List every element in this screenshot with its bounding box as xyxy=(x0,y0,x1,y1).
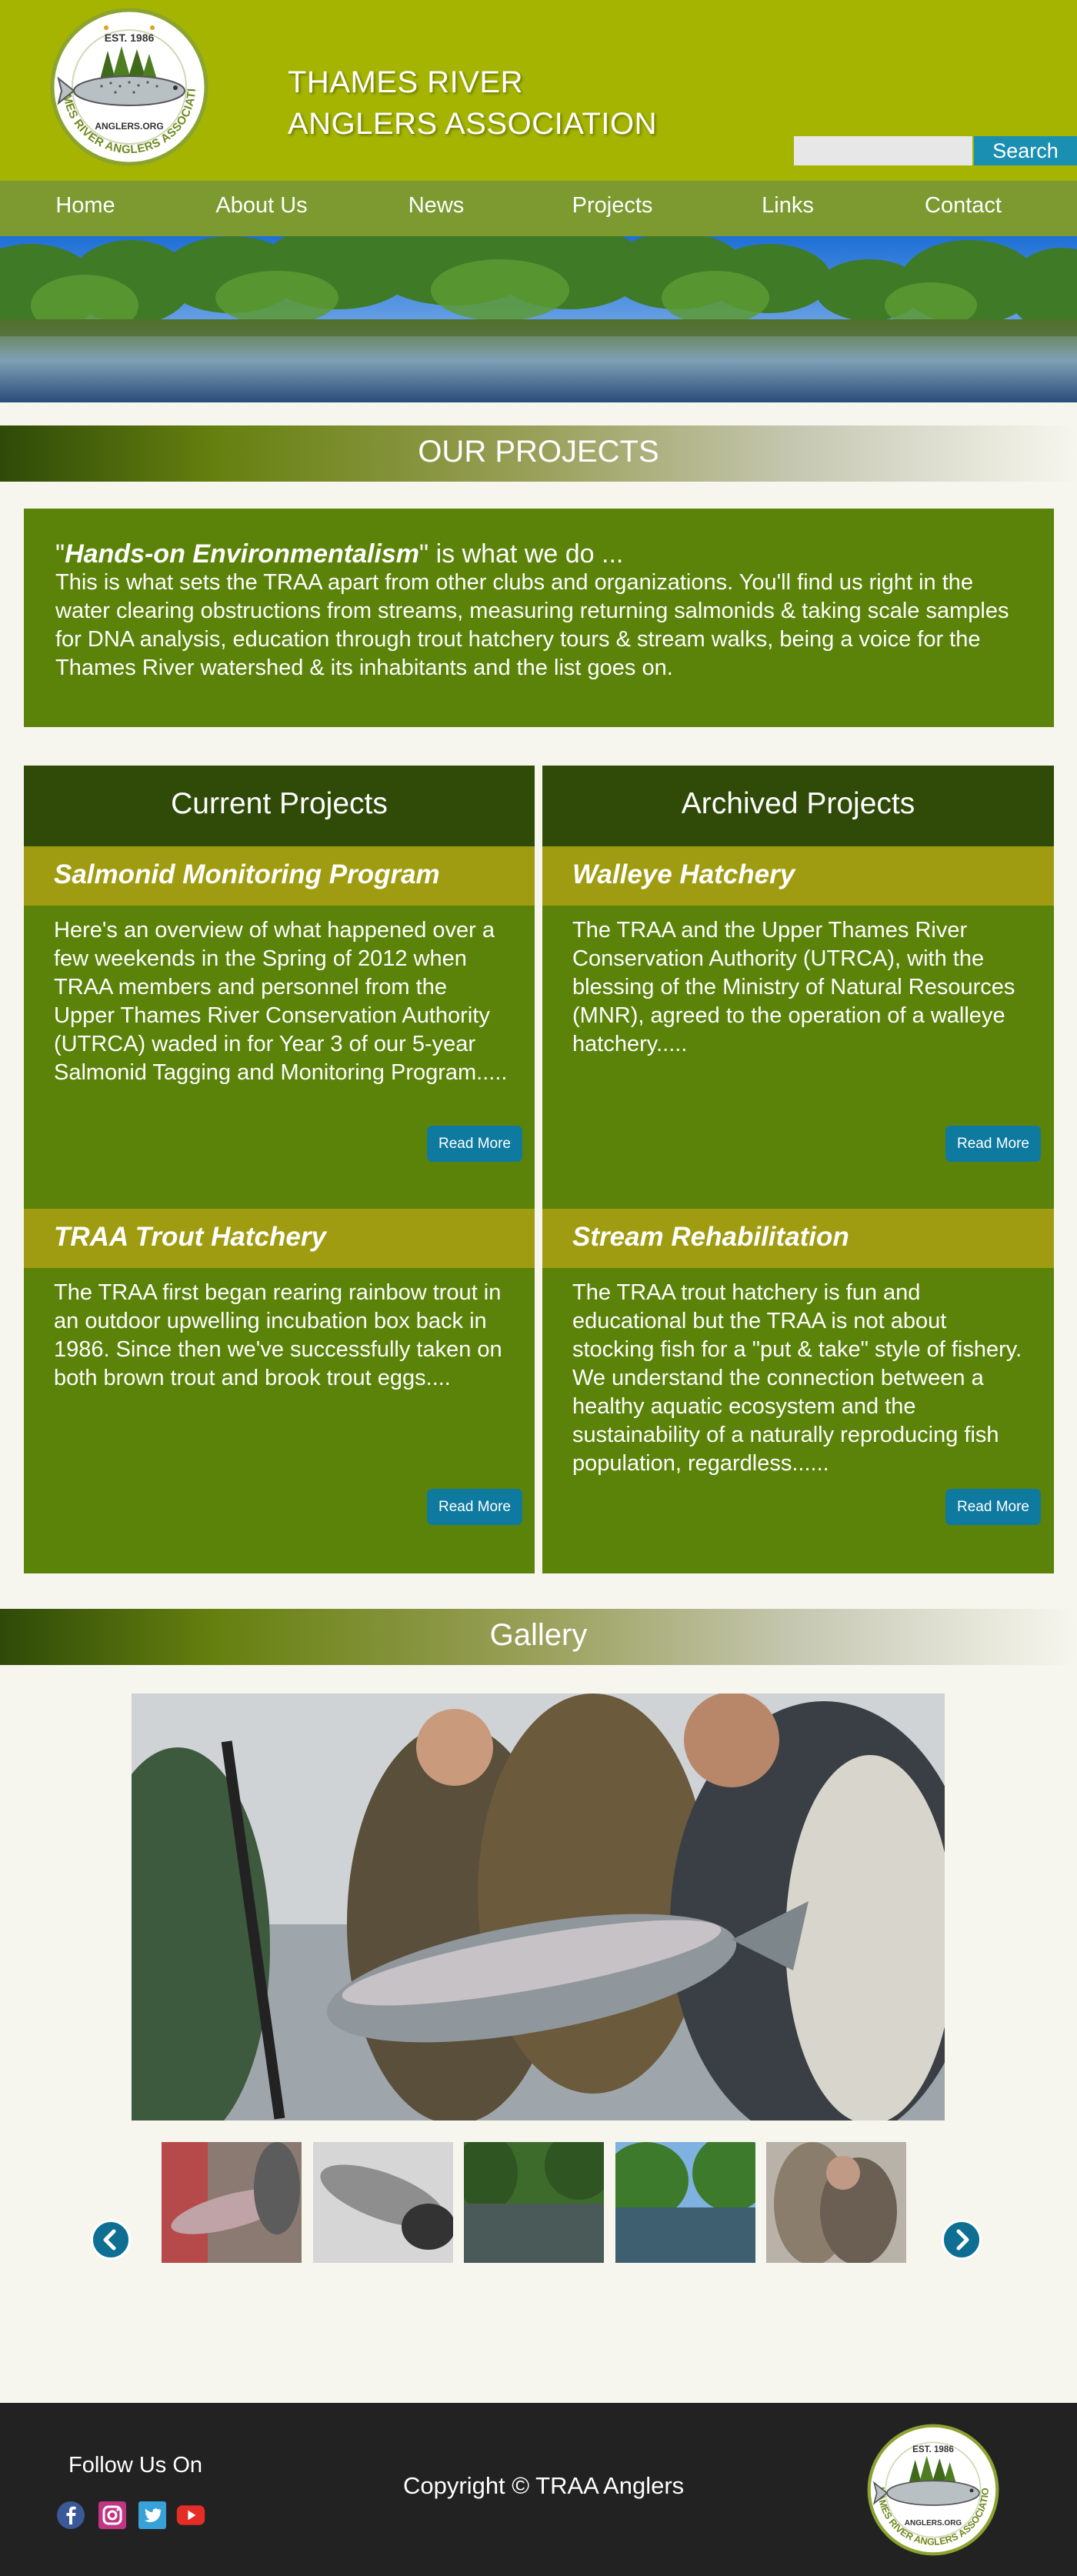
project-title[interactable]: Stream Rehabilitation xyxy=(542,1209,1054,1268)
nav-links[interactable]: Links xyxy=(762,181,814,236)
nav-home[interactable]: Home xyxy=(55,181,115,236)
intro-body: This is what sets the TRAA apart from ot… xyxy=(55,570,1009,680)
gallery-main-image[interactable] xyxy=(132,1693,945,2121)
archived-projects-heading: Archived Projects xyxy=(542,766,1054,846)
facebook-icon[interactable] xyxy=(55,2500,86,2531)
youtube-icon[interactable] xyxy=(175,2500,206,2531)
footer-logo[interactable]: THAMES RIVER ANGLERS ASSOCIATION EST. 19… xyxy=(852,2421,1014,2559)
logo[interactable]: THAMES RIVER ANGLERS ASSOCIATION EST. 19… xyxy=(32,6,226,168)
current-projects-column: Current Projects Salmonid Monitoring Pro… xyxy=(24,766,535,1573)
project-title[interactable]: Salmonid Monitoring Program xyxy=(24,846,535,906)
intro-quote-open: " xyxy=(55,539,65,569)
site-title-line2: ANGLERS ASSOCIATION xyxy=(288,107,657,141)
gallery-thumbnail[interactable] xyxy=(464,2142,604,2263)
instagram-icon[interactable] xyxy=(97,2500,128,2531)
site-title: THAMES RIVER ANGLERS ASSOCIATION xyxy=(288,62,657,145)
read-more-button[interactable]: Read More xyxy=(427,1126,522,1162)
search-input[interactable] xyxy=(794,136,972,165)
gallery-thumbnail[interactable] xyxy=(766,2142,906,2263)
main-nav: Home About Us News Projects Links Contac… xyxy=(0,181,1077,236)
project-description: The TRAA first began rearing rainbow tro… xyxy=(54,1280,502,1390)
gallery-prev-button[interactable] xyxy=(91,2220,131,2260)
project-description: Here's an overview of what happened over… xyxy=(54,918,508,1085)
intro-heading: "Hands-on Environmentalism" is what we d… xyxy=(55,539,1023,569)
nav-projects[interactable]: Projects xyxy=(572,181,653,236)
project-title[interactable]: Walleye Hatchery xyxy=(542,846,1054,906)
project-description: The TRAA trout hatchery is fun and educa… xyxy=(572,1280,1022,1476)
gallery-next-button[interactable] xyxy=(942,2220,982,2260)
svg-text:ANGLERS.ORG: ANGLERS.ORG xyxy=(95,121,163,132)
gallery-section-title: Gallery xyxy=(0,1609,1077,1665)
svg-text:ANGLERS.ORG: ANGLERS.ORG xyxy=(905,2519,962,2528)
intro-heading-rest: " is what we do ... xyxy=(419,539,624,569)
archived-projects-column: Archived Projects Walleye Hatchery The T… xyxy=(542,766,1054,1573)
twitter-icon[interactable] xyxy=(137,2500,168,2531)
project-description: The TRAA and the Upper Thames River Cons… xyxy=(572,918,1015,1056)
gallery-thumbnail[interactable] xyxy=(615,2142,755,2263)
project-title[interactable]: TRAA Trout Hatchery xyxy=(24,1209,535,1268)
projects-section-title: OUR PROJECTS xyxy=(0,425,1077,482)
nav-contact[interactable]: Contact xyxy=(925,181,1002,236)
current-projects-heading: Current Projects xyxy=(24,766,535,846)
site-title-line1: THAMES RIVER xyxy=(288,65,524,99)
intro-panel: "Hands-on Environmentalism" is what we d… xyxy=(24,509,1054,727)
chevron-left-icon xyxy=(103,2229,116,2251)
site-header: THAMES RIVER ANGLERS ASSOCIATION EST. 19… xyxy=(0,0,1077,181)
read-more-button[interactable]: Read More xyxy=(945,1126,1041,1162)
gallery-thumbnail[interactable] xyxy=(313,2142,453,2263)
copyright-text: Copyright © TRAA Anglers xyxy=(403,2472,685,2499)
nav-news[interactable]: News xyxy=(408,181,465,236)
follow-us-label: Follow Us On xyxy=(68,2453,203,2478)
intro-heading-bold: Hands-on Environmentalism xyxy=(65,539,420,569)
chevron-right-icon xyxy=(956,2229,969,2251)
hero-image xyxy=(0,236,1077,402)
projects-section-title-text: OUR PROJECTS xyxy=(418,435,659,469)
svg-text:EST. 1986: EST. 1986 xyxy=(912,2444,954,2454)
nav-about-us[interactable]: About Us xyxy=(215,181,307,236)
read-more-button[interactable]: Read More xyxy=(945,1489,1041,1525)
search-button[interactable]: Search xyxy=(974,136,1077,165)
read-more-button[interactable]: Read More xyxy=(427,1489,522,1525)
gallery-section-title-text: Gallery xyxy=(489,1618,588,1652)
svg-text:EST. 1986: EST. 1986 xyxy=(105,32,155,44)
gallery-thumbnail[interactable] xyxy=(162,2142,302,2263)
